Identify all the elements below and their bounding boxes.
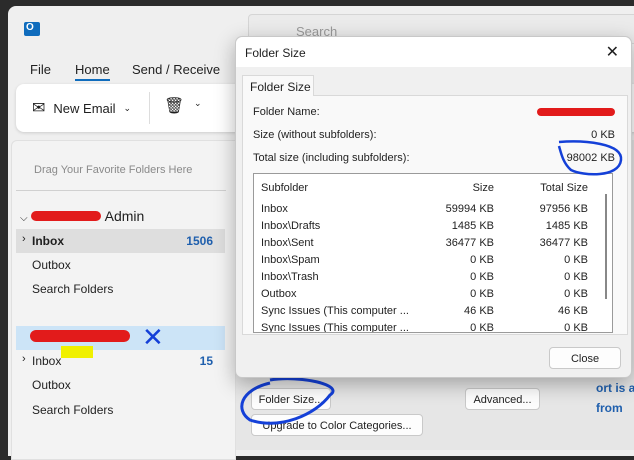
table-cell: 0 KB (564, 322, 588, 333)
divider (149, 92, 150, 124)
table-cell: 46 KB (464, 305, 494, 317)
table-cell: 46 KB (558, 305, 588, 317)
chevron-down-icon: ⌵ (20, 213, 28, 224)
folder-inbox[interactable]: › Inbox 15 (16, 353, 225, 369)
account-1-header[interactable]: ⌵ Admin (20, 208, 220, 224)
new-email-button[interactable]: ✉ New Email ⌄ (32, 98, 131, 118)
outlook-logo: O (24, 22, 40, 36)
table-cell: Inbox\Trash (261, 271, 319, 283)
table-cell: Inbox\Spam (261, 254, 320, 266)
chevron-down-icon[interactable]: ⌄ (194, 98, 202, 109)
folder-search-folders[interactable]: Search Folders (32, 403, 113, 417)
new-email-label: New Email (53, 100, 116, 116)
table-cell: 0 KB (564, 288, 588, 300)
close-button[interactable]: Close (549, 347, 621, 369)
chevron-down-icon[interactable]: ⌄ (124, 103, 132, 114)
circle-annotation (557, 140, 623, 176)
subfolder-table: Subfolder Size Total Size Inbox 59994 KB 9… (253, 173, 613, 333)
scrollbar[interactable] (605, 194, 607, 299)
table-cell: Outbox (261, 288, 297, 300)
folder-label: Inbox (32, 234, 64, 248)
side-text: ort is av (596, 381, 634, 395)
table-cell: 0 KB (470, 254, 494, 266)
folder-size-dialog: Folder Size ✕ Folder Name: Size (without… (235, 36, 632, 378)
tab-home[interactable]: Home (75, 62, 110, 81)
table-row[interactable]: Sync Issues (This computer ... 0 KB 0 KB (254, 320, 594, 333)
dialog-title: Folder Size (245, 46, 306, 60)
divider (16, 190, 226, 191)
size-label: Size (without subfolders): (253, 129, 377, 141)
chevron-right-icon: › (22, 233, 26, 245)
table-cell: 0 KB (564, 271, 588, 283)
account-2-header[interactable]: ✕ (16, 322, 225, 352)
table-row[interactable]: Inbox\Drafts 1485 KB 1485 KB (254, 218, 594, 235)
table-cell: Inbox\Drafts (261, 220, 321, 232)
table-cell: Sync Issues (This computer ... (261, 305, 409, 317)
table-row[interactable]: Sync Issues (This computer ... 46 KB 46 KB (254, 303, 594, 320)
table-cell: Sync Issues (This computer ... (261, 322, 409, 333)
column-total-size[interactable]: Total Size (540, 182, 588, 194)
new-mail-icon: ✉ (32, 100, 46, 117)
side-text: from (596, 401, 623, 415)
advanced-button[interactable]: Advanced... (465, 388, 540, 410)
table-row[interactable]: Inbox\Spam 0 KB 0 KB (254, 252, 594, 269)
table-row[interactable]: Inbox\Sent 36477 KB 36477 KB (254, 235, 594, 252)
chevron-right-icon: › (22, 353, 26, 365)
unread-count: 15 (199, 354, 213, 368)
table-cell: Inbox\Sent (261, 237, 314, 249)
folder-name-label: Folder Name: (253, 106, 320, 118)
table-header: Subfolder Size Total Size (254, 180, 594, 200)
favorites-hint: Drag Your Favorite Folders Here (34, 164, 193, 176)
table-cell: 0 KB (470, 271, 494, 283)
folder-search-folders[interactable]: Search Folders (32, 282, 113, 296)
table-cell: 1485 KB (545, 220, 588, 232)
table-cell: Inbox (261, 203, 288, 215)
table-cell: 59994 KB (445, 203, 494, 215)
folder-outbox[interactable]: Outbox (32, 258, 71, 272)
table-row[interactable]: Inbox\Trash 0 KB 0 KB (254, 269, 594, 286)
unread-count: 1506 (186, 234, 213, 248)
table-row[interactable]: Outbox 0 KB 0 KB (254, 286, 594, 303)
account-name-redacted (30, 330, 130, 342)
folder-name-redacted (537, 108, 615, 116)
delete-icon[interactable]: 🗑 (164, 96, 184, 116)
table-cell: 0 KB (470, 322, 494, 333)
column-size[interactable]: Size (473, 182, 494, 194)
folder-outbox[interactable]: Outbox (32, 378, 71, 392)
tab-folder-size[interactable]: Folder Size (242, 75, 314, 96)
column-subfolder[interactable]: Subfolder (261, 182, 411, 194)
table-cell: 36477 KB (445, 237, 494, 249)
dialog-title-bar: Folder Size ✕ (236, 37, 631, 67)
total-size-label: Total size (including subfolders): (253, 152, 410, 164)
tab-send-receive[interactable]: Send / Receive (132, 62, 220, 77)
account-name: Admin (104, 208, 145, 224)
folder-inbox-selected[interactable]: › Inbox 1506 (16, 229, 225, 253)
tab-file[interactable]: File (30, 62, 51, 77)
table-cell: 1485 KB (451, 220, 494, 232)
table-cell: 36477 KB (539, 237, 588, 249)
account-name-redacted (31, 211, 102, 221)
folder-label: Inbox (32, 354, 62, 368)
table-cell: 0 KB (470, 288, 494, 300)
table-row[interactable]: Inbox 59994 KB 97956 KB (254, 201, 594, 218)
close-icon[interactable]: ✕ (606, 42, 619, 62)
circle-annotation (240, 377, 335, 425)
table-cell: 0 KB (564, 254, 588, 266)
table-cell: 97956 KB (539, 203, 588, 215)
x-annotation-icon: ✕ (142, 322, 164, 352)
